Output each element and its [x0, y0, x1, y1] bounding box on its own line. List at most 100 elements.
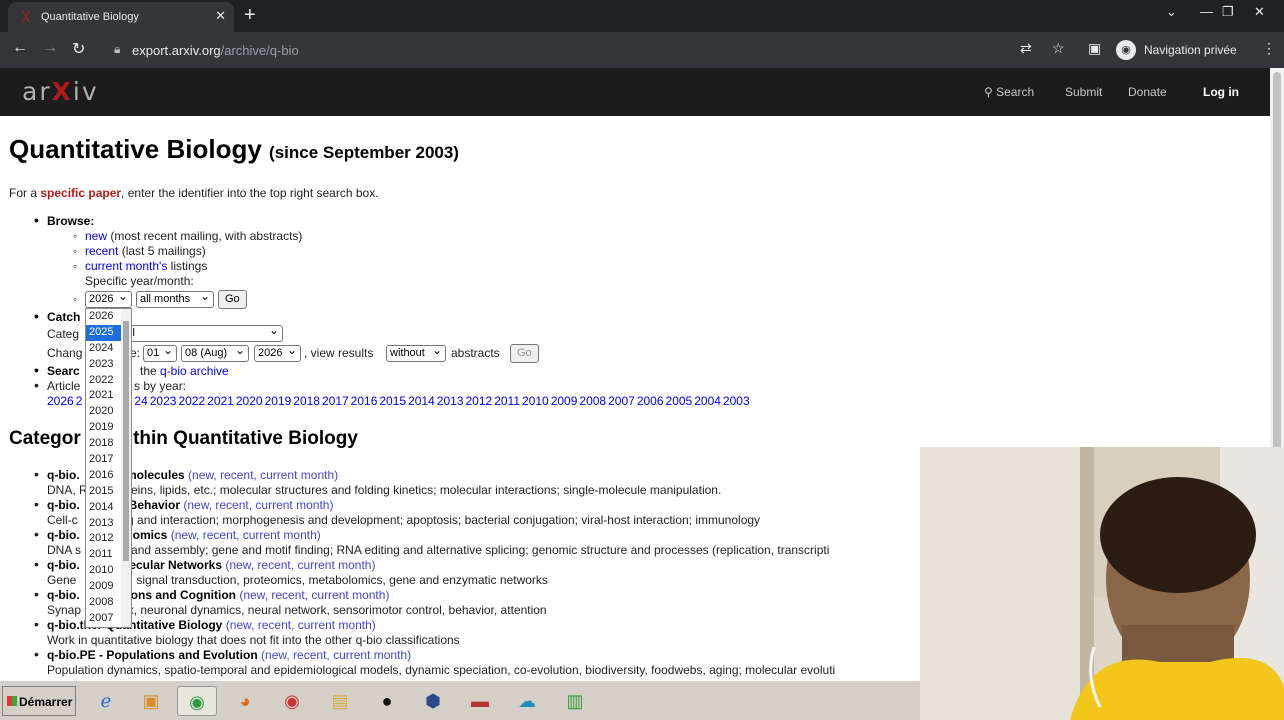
side-panel-icon[interactable]: ▣	[1088, 40, 1101, 57]
new-link[interactable]: new	[85, 229, 107, 243]
back-icon[interactable]: ←	[12, 39, 28, 57]
virtualbox-icon[interactable]: ⬢	[413, 686, 453, 716]
presentation-icon[interactable]: ▬	[460, 686, 500, 716]
donate-link[interactable]: Donate	[1128, 85, 1167, 99]
category-code: q-bio.	[47, 588, 80, 602]
arxiv-logo[interactable]: arXiv	[22, 77, 99, 106]
lock-icon: 🔒︎	[114, 42, 121, 56]
year-link[interactable]: 2018	[293, 394, 320, 408]
q-bio-archive-link[interactable]: q-bio archive	[160, 364, 229, 378]
spreadsheet-icon[interactable]: ▥	[555, 686, 595, 716]
category-new-link[interactable]: new	[230, 618, 251, 632]
day-select[interactable]: 01	[143, 343, 177, 362]
year-link[interactable]: 2013	[437, 394, 464, 408]
internet-explorer-icon[interactable]: ℯ	[86, 686, 126, 716]
address-bar[interactable]: 🔒︎ export.arxiv.org/archive/q-bio	[104, 36, 1104, 64]
login-link[interactable]: Log in	[1203, 85, 1239, 99]
restore-icon[interactable]: ❐	[1222, 4, 1234, 20]
month-select[interactable]: all months	[136, 289, 214, 308]
category-new-link[interactable]: new	[243, 588, 264, 602]
go-button[interactable]: Go	[218, 290, 247, 309]
category-new-link[interactable]: new	[229, 558, 250, 572]
year-link[interactable]: 2016	[351, 394, 378, 408]
abstracts-select[interactable]: without	[386, 343, 446, 362]
firefox-icon[interactable]: ◕	[225, 686, 265, 716]
category-recent-link[interactable]: recent	[257, 558, 290, 572]
year-link[interactable]: 2006	[637, 394, 664, 408]
category-recent-link[interactable]: recent	[220, 468, 253, 482]
media-player-icon[interactable]: ▣	[131, 686, 171, 716]
year-link[interactable]: 2022	[178, 394, 205, 408]
year-link[interactable]: 2012	[465, 394, 492, 408]
year-dropdown-list[interactable]: 2026 2025 2024 2023 2022 2021 2020 2019 2018 2017…	[85, 308, 132, 628]
category-new-link[interactable]: new	[175, 528, 196, 542]
chrome-icon[interactable]: ◉	[177, 686, 217, 716]
translate-icon[interactable]: ⇄	[1020, 40, 1032, 57]
catchup-go-button[interactable]: Go	[510, 344, 539, 363]
browser-tab[interactable]: ᚷ Quantitative Biology ✕	[8, 2, 234, 32]
category-select[interactable]: ll	[126, 323, 283, 342]
menu-icon[interactable]: ⋮	[1262, 40, 1276, 57]
category-recent-link[interactable]: recent	[258, 618, 291, 632]
tab-search-icon[interactable]: ⌄	[1166, 4, 1177, 20]
category-new-link[interactable]: new	[265, 648, 286, 662]
category-code: q-bio.	[47, 528, 80, 542]
year-link[interactable]: 2020	[236, 394, 263, 408]
category-current-link[interactable]: current month	[243, 528, 317, 542]
year-link[interactable]: 2010	[522, 394, 549, 408]
close-tab-icon[interactable]: ✕	[215, 8, 226, 24]
category-current-link[interactable]: current month	[255, 498, 329, 512]
bookmark-star-icon[interactable]: ☆	[1052, 40, 1065, 57]
reload-icon[interactable]: ↻	[72, 39, 85, 59]
category-current-link[interactable]: current month	[333, 648, 407, 662]
intro-text: For a specific paper, enter the identifi…	[9, 186, 379, 200]
year-link[interactable]: 2011	[494, 394, 520, 408]
chrome-alt-icon[interactable]: ◉	[272, 686, 312, 716]
scrollbar-thumb[interactable]	[1273, 72, 1281, 452]
year-link[interactable]: 2021	[207, 394, 234, 408]
recent-link[interactable]: recent	[85, 244, 118, 258]
category-recent-link[interactable]: recent	[271, 588, 304, 602]
dropdown-scrollbar-thumb[interactable]	[123, 321, 129, 561]
year-link[interactable]: 2003	[723, 394, 750, 408]
category-current-link[interactable]: current month	[260, 468, 334, 482]
year-link[interactable]: 2014	[408, 394, 435, 408]
year-link[interactable]: 2017	[322, 394, 349, 408]
obs-icon[interactable]: ●	[367, 686, 407, 716]
year-link[interactable]: 2015	[379, 394, 406, 408]
year-link[interactable]: 2005	[666, 394, 693, 408]
category-new-link[interactable]: new	[192, 468, 213, 482]
category-current-link[interactable]: current month	[311, 588, 385, 602]
cloud-icon[interactable]: ☁	[507, 686, 547, 716]
current-month-link[interactable]: current month's	[85, 259, 167, 273]
category-current-link[interactable]: current month	[297, 558, 371, 572]
search-link[interactable]: ⚲ Search	[984, 85, 1034, 99]
year-link[interactable]: 2019	[265, 394, 292, 408]
year-link[interactable]: 2023	[150, 394, 177, 408]
category-current-link[interactable]: current month	[298, 618, 372, 632]
specific-paper-link[interactable]: specific paper	[40, 186, 121, 200]
year-link[interactable]: 2008	[579, 394, 606, 408]
category-recent-link[interactable]: recent	[215, 498, 248, 512]
folder-icon[interactable]: ▤	[320, 686, 360, 716]
category-recent-link[interactable]: recent	[293, 648, 326, 662]
forward-icon[interactable]: →	[42, 39, 58, 57]
catchup-year-select[interactable]: 2026	[254, 343, 301, 362]
category-new-link[interactable]: new	[187, 498, 208, 512]
year-link[interactable]: 2009	[551, 394, 578, 408]
year-link[interactable]: 2007	[608, 394, 635, 408]
start-button[interactable]: Démarrer	[2, 686, 76, 716]
dropdown-scrollbar[interactable]	[121, 309, 131, 627]
category-description: DNA sg and assembly; gene and motif find…	[47, 543, 830, 557]
category-recent-link[interactable]: recent	[203, 528, 236, 542]
year-link[interactable]: 2	[76, 394, 83, 408]
year-link[interactable]: 2004	[694, 394, 721, 408]
close-window-icon[interactable]: ✕	[1254, 4, 1265, 20]
catchup-month-select[interactable]: 08 (Aug)	[181, 343, 249, 362]
year-link[interactable]: 2026	[47, 394, 74, 408]
new-tab-icon[interactable]: +	[244, 4, 256, 27]
minimize-icon[interactable]: —	[1200, 4, 1213, 19]
year-link[interactable]: 24	[134, 394, 147, 408]
year-select[interactable]: 2026	[85, 289, 132, 308]
submit-link[interactable]: Submit	[1065, 85, 1102, 99]
